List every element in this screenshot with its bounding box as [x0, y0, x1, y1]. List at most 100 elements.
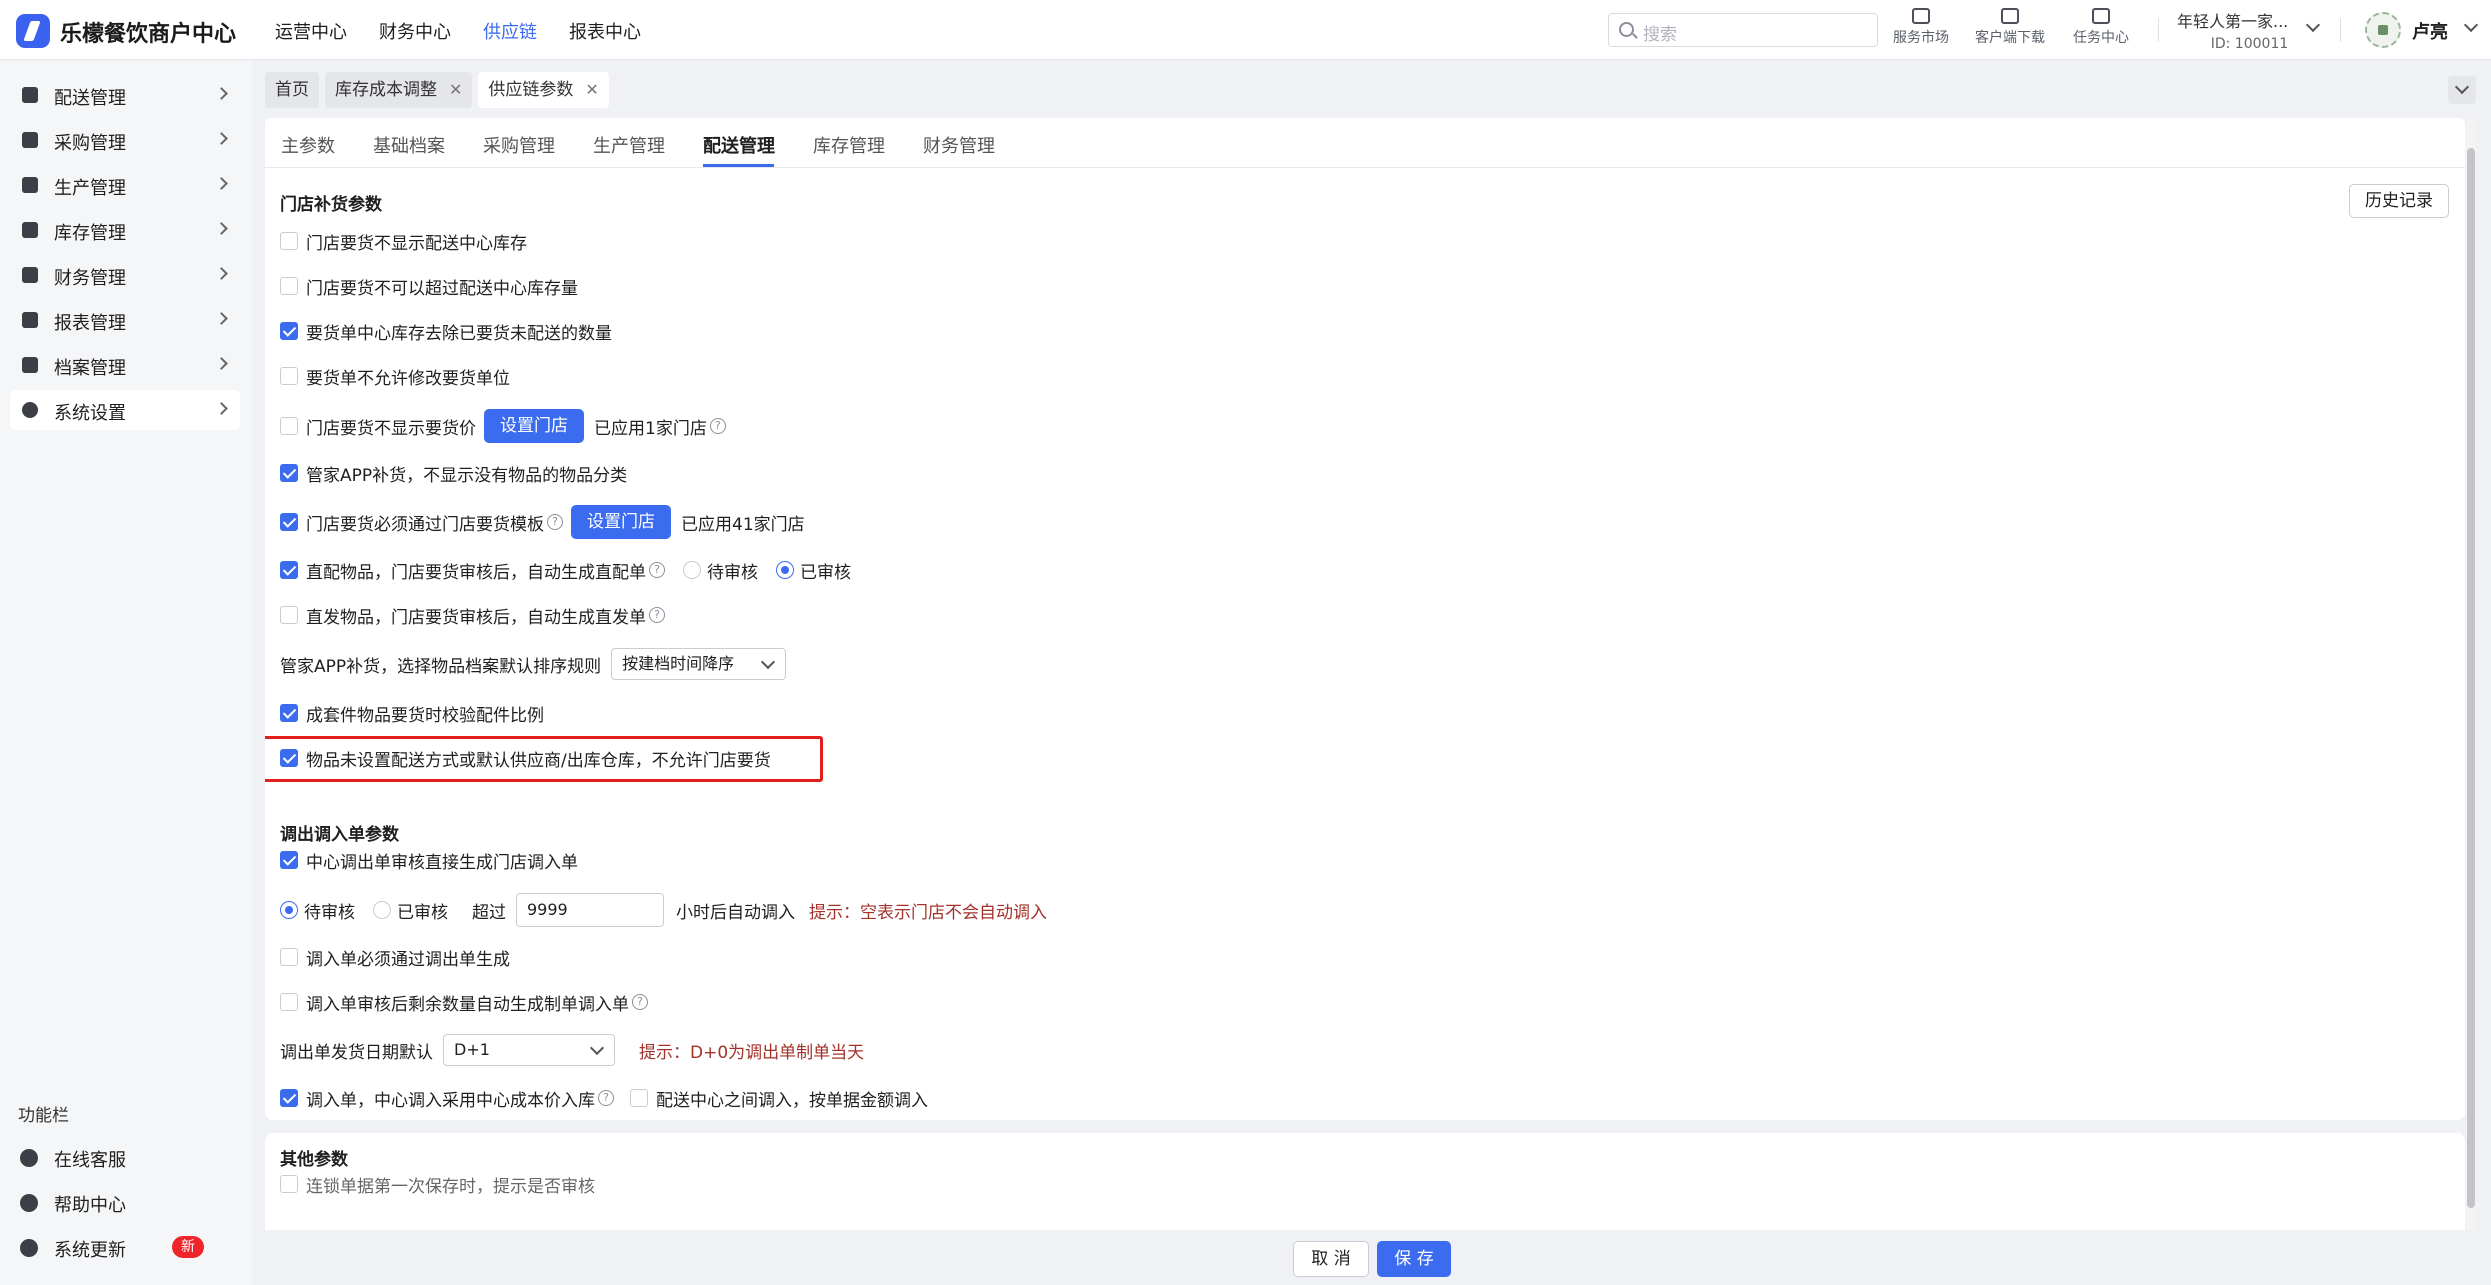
option-row: 调入单必须通过调出单生成	[280, 942, 510, 972]
close-icon[interactable]: ✕	[449, 72, 462, 108]
page-tab-supply-params[interactable]: 供应链参数 ✕	[478, 72, 609, 108]
chevron-right-icon	[215, 312, 228, 325]
scrollbar-thumb[interactable]	[2467, 148, 2475, 1208]
set-store-button[interactable]: 设置门店	[484, 409, 584, 443]
service-market-button[interactable]: 服务市场	[1893, 8, 1949, 47]
auto-transfer-hours-input[interactable]: 9999	[516, 893, 664, 927]
func-item-label: 帮助中心	[54, 1195, 126, 1216]
sidebar-item-inventory[interactable]: 库存管理	[10, 210, 240, 250]
radio-approved[interactable]	[373, 901, 391, 919]
tab-basic-archives[interactable]: 基础档案	[373, 132, 445, 158]
client-download-label: 客户端下载	[1975, 30, 2045, 46]
help-icon[interactable]: ?	[598, 1090, 614, 1106]
highlight-box	[265, 736, 823, 782]
help-icon[interactable]: ?	[632, 994, 648, 1010]
help-icon[interactable]: ?	[547, 514, 563, 530]
option-label: 门店要货不显示要货价	[306, 418, 476, 439]
option-label: 门店要货必须通过门店要货模板	[306, 514, 544, 535]
chevron-right-icon	[215, 132, 228, 145]
scrollbar[interactable]	[2466, 118, 2476, 1230]
checkbox[interactable]	[630, 1089, 648, 1107]
checkbox[interactable]	[280, 851, 298, 869]
sidebar-item-reports[interactable]: 报表管理	[10, 300, 240, 340]
tenant-switcher[interactable]: 年轻人第一家... ID: 100011	[2177, 8, 2288, 52]
func-item-label: 在线客服	[54, 1150, 126, 1171]
option-row: 连锁单据第一次保存时，提示是否审核	[280, 1169, 595, 1199]
checkbox[interactable]	[280, 606, 298, 624]
sidebar-item-label: 报表管理	[54, 313, 126, 334]
checkbox[interactable]	[280, 513, 298, 531]
avatar[interactable]	[2365, 12, 2401, 48]
option-label: 门店要货不可以超过配送中心库存量	[306, 278, 578, 299]
option-label: 直配物品，门店要货审核后，自动生成直配单	[306, 562, 646, 583]
tab-finance[interactable]: 财务管理	[923, 132, 995, 158]
sidebar-item-label: 采购管理	[54, 133, 126, 154]
set-store-button[interactable]: 设置门店	[571, 505, 671, 539]
chevron-down-icon[interactable]	[2463, 17, 2479, 33]
sidebar-item-settings[interactable]: 系统设置	[10, 390, 240, 430]
topnav-supply-chain[interactable]: 供应链	[483, 18, 537, 44]
checkbox[interactable]	[280, 1089, 298, 1107]
checkbox[interactable]	[280, 704, 298, 722]
tab-inventory[interactable]: 库存管理	[813, 132, 885, 158]
tab-delivery[interactable]: 配送管理	[703, 132, 775, 158]
chevron-right-icon	[215, 402, 228, 415]
chevron-down-icon[interactable]	[2305, 17, 2321, 33]
checkbox[interactable]	[280, 561, 298, 579]
radio-pending[interactable]	[683, 561, 701, 579]
radio-approved[interactable]	[776, 561, 794, 579]
tab-purchase[interactable]: 采购管理	[483, 132, 555, 158]
ledger-icon	[22, 267, 38, 283]
topnav-operations[interactable]: 运营中心	[275, 18, 347, 44]
option-row: 直配物品，门店要货审核后，自动生成直配单? 待审核 已审核	[280, 555, 851, 585]
ship-date-select[interactable]: D+1	[443, 1034, 615, 1066]
option-label: 中心调出单审核直接生成门店调入单	[306, 852, 578, 873]
help-icon[interactable]: ?	[649, 607, 665, 623]
page-tab-cost-adjust[interactable]: 库存成本调整 ✕	[325, 72, 473, 108]
save-button[interactable]: 保 存	[1377, 1241, 1451, 1277]
checkbox[interactable]	[280, 367, 298, 385]
checkbox[interactable]	[280, 322, 298, 340]
checkbox[interactable]	[280, 948, 298, 966]
user-name[interactable]: 卢亮	[2412, 18, 2448, 44]
tab-production[interactable]: 生产管理	[593, 132, 665, 158]
sidebar-item-production[interactable]: 生产管理	[10, 165, 240, 205]
checkbox[interactable]	[280, 277, 298, 295]
checkbox[interactable]	[280, 232, 298, 250]
sidebar: 配送管理 采购管理 生产管理 库存管理 财务管理 报表管理 档案管理 系统设置 …	[0, 61, 252, 1285]
topnav-finance[interactable]: 财务中心	[379, 18, 451, 44]
func-item-label: 系统更新	[54, 1240, 126, 1261]
option-row: 管家APP补货，不显示没有物品的物品分类	[280, 458, 627, 488]
sidebar-item-finance[interactable]: 财务管理	[10, 255, 240, 295]
tab-main-params[interactable]: 主参数	[281, 132, 335, 158]
task-center-button[interactable]: 任务中心	[2073, 8, 2129, 47]
close-icon[interactable]: ✕	[585, 72, 598, 108]
sidebar-item-purchase[interactable]: 采购管理	[10, 120, 240, 160]
sidebar-item-label: 财务管理	[54, 268, 126, 289]
content-panel: 主参数 基础档案 采购管理 生产管理 配送管理 库存管理 财务管理 门店补货参数…	[265, 118, 2465, 1230]
radio-label: 待审核	[707, 562, 758, 583]
history-button[interactable]: 历史记录	[2349, 184, 2449, 218]
checkbox[interactable]	[280, 993, 298, 1011]
clipboard-icon	[2092, 8, 2110, 24]
checkbox[interactable]	[280, 417, 298, 435]
option-row: 门店要货不显示要货价 设置门店 已应用1家门店?	[280, 408, 726, 444]
search-icon	[1619, 22, 1634, 37]
sidebar-item-delivery[interactable]: 配送管理	[10, 75, 240, 115]
page-tab-home[interactable]: 首页	[265, 72, 319, 108]
help-icon[interactable]: ?	[709, 418, 726, 434]
topnav-reports[interactable]: 报表中心	[569, 18, 641, 44]
search-input[interactable]: 搜索	[1608, 13, 1878, 47]
help-icon[interactable]: ?	[649, 562, 665, 578]
sidebar-item-archives[interactable]: 档案管理	[10, 345, 240, 385]
new-badge: 新	[172, 1236, 204, 1258]
chevron-right-icon	[215, 177, 228, 190]
client-download-button[interactable]: 客户端下载	[1975, 8, 2045, 47]
radio-pending[interactable]	[280, 901, 298, 919]
divider	[2158, 18, 2159, 42]
cancel-button[interactable]: 取 消	[1293, 1241, 1369, 1277]
tabs-collapse-button[interactable]	[2448, 76, 2476, 104]
checkbox[interactable]	[280, 464, 298, 482]
sort-rule-select[interactable]: 按建档时间降序	[611, 648, 787, 680]
checkbox[interactable]	[280, 1175, 298, 1193]
